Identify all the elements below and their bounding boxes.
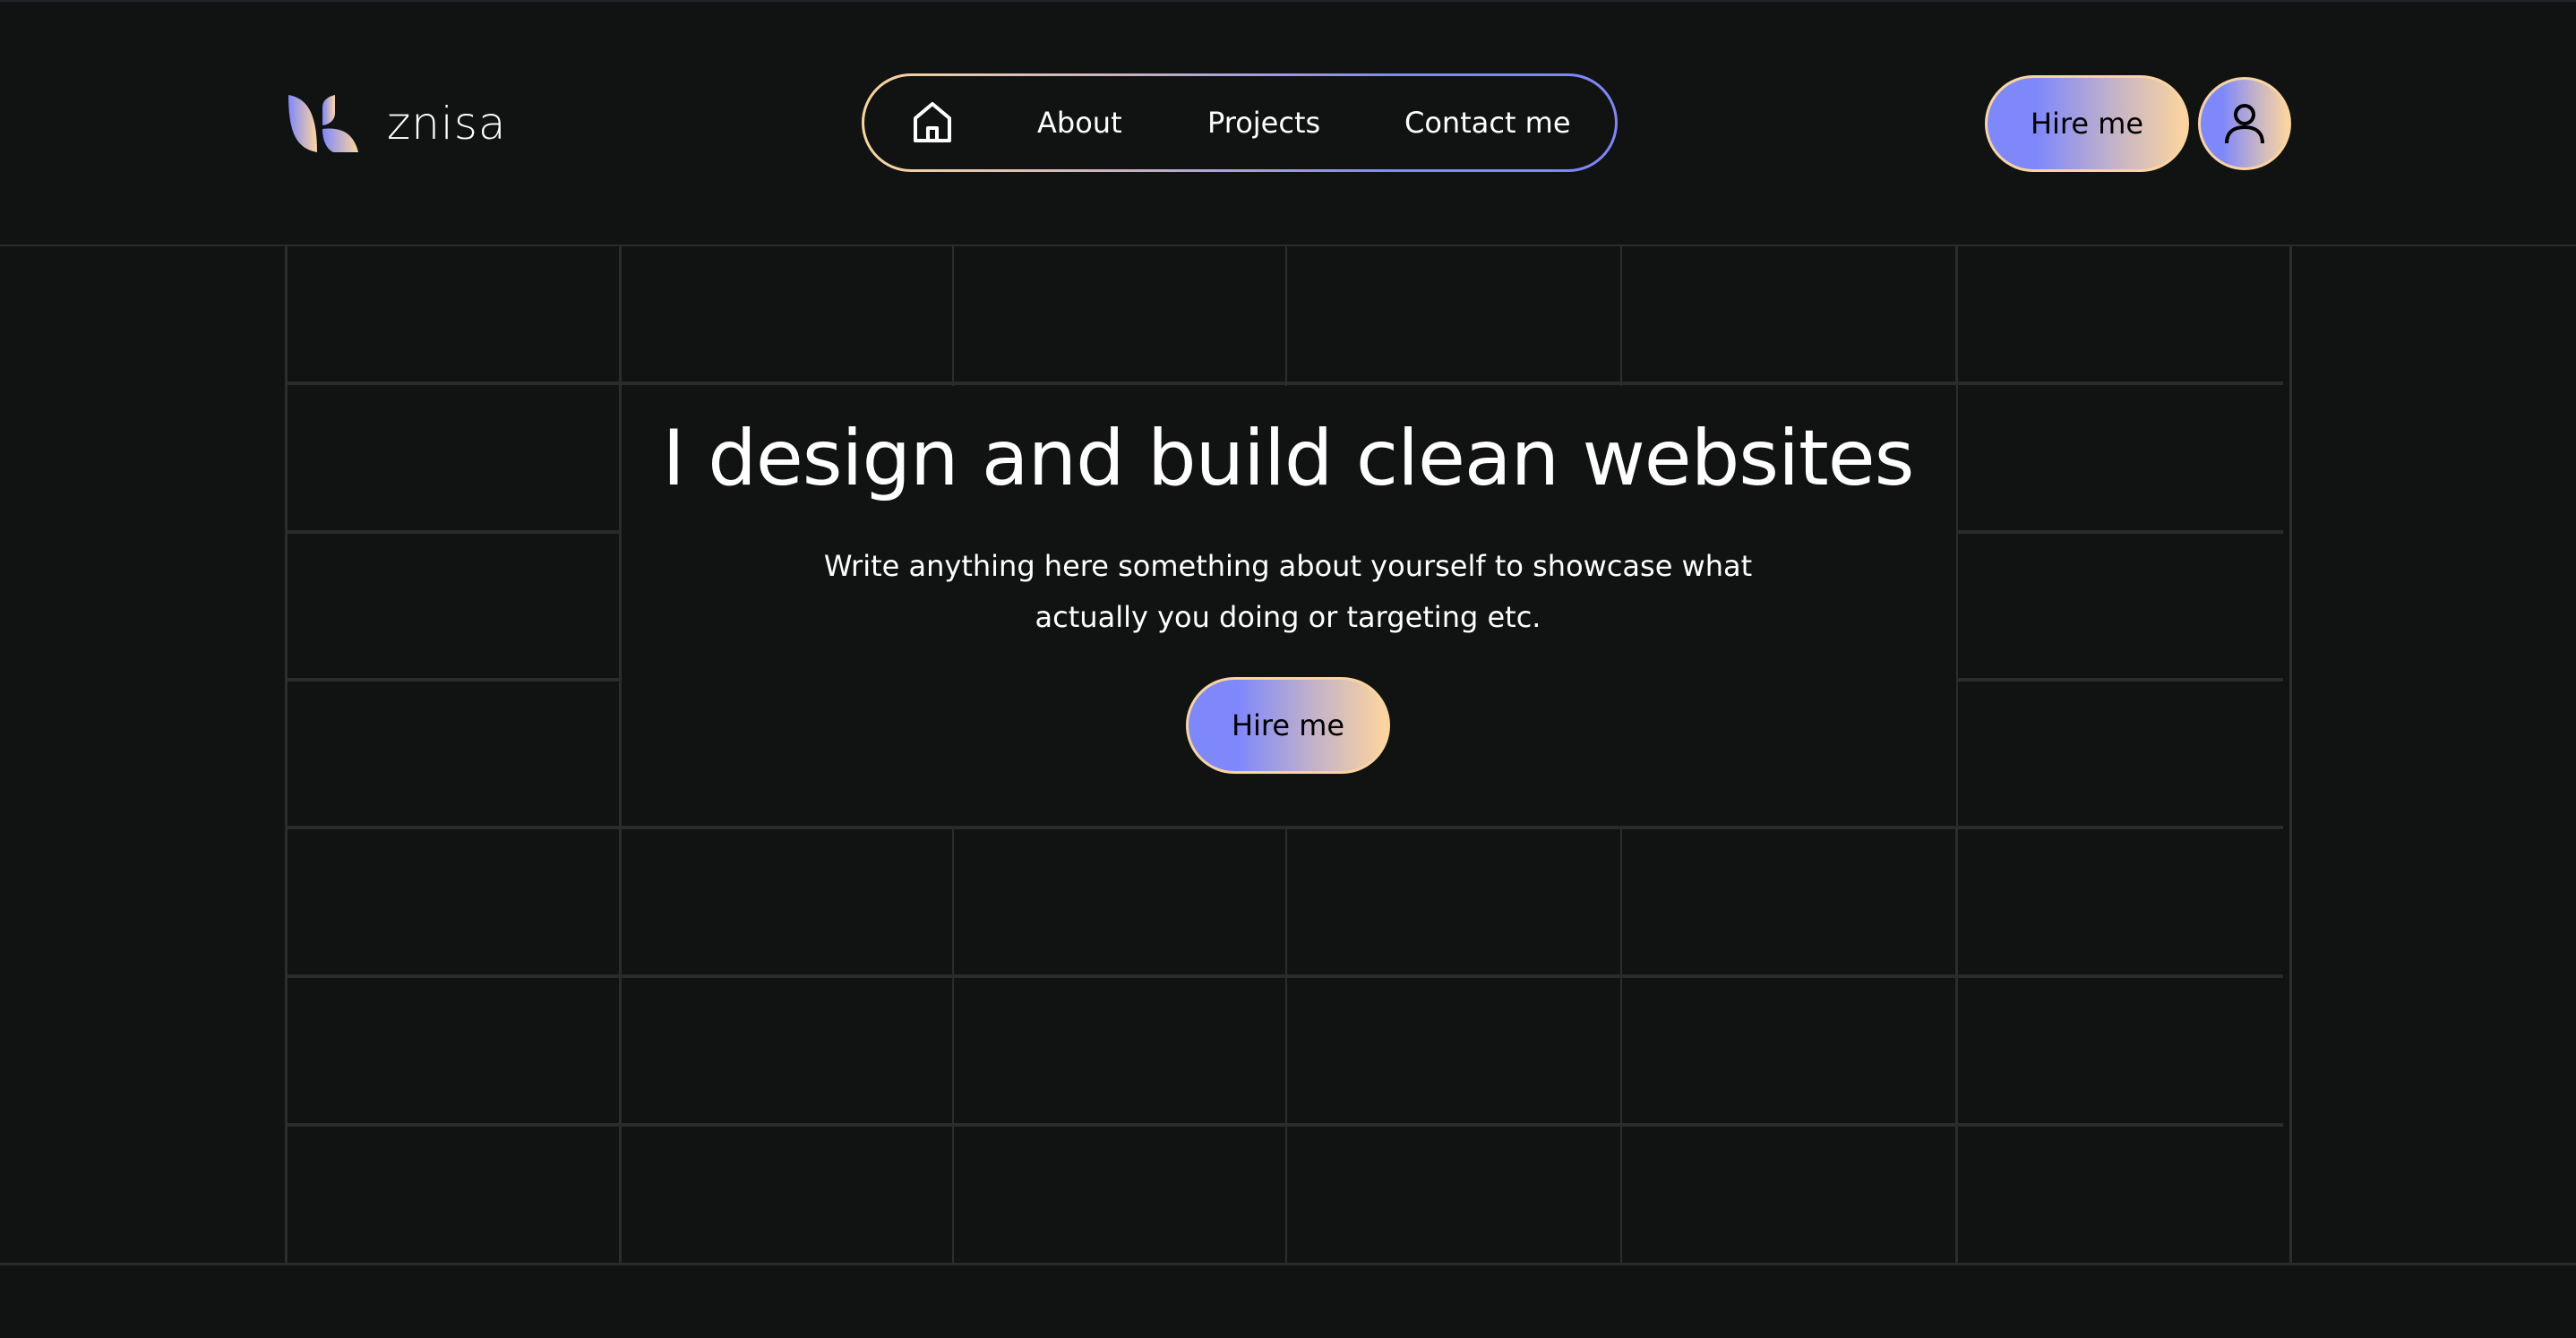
home-icon[interactable] xyxy=(911,101,954,144)
grid-line xyxy=(285,1123,2283,1127)
brand-name: znisa xyxy=(387,98,507,150)
grid-line xyxy=(285,678,620,682)
grid-line xyxy=(285,826,2283,829)
site-header: znisa About Projects Contact me Hire me xyxy=(0,0,2576,246)
user-icon xyxy=(2225,104,2264,144)
main-nav: About Projects Contact me xyxy=(862,73,1618,172)
nav-contact[interactable]: Contact me xyxy=(1404,76,1571,169)
grid-line xyxy=(285,530,620,534)
grid-bottom-line xyxy=(0,1263,2576,1265)
grid-line xyxy=(1957,530,2283,534)
hero-title: I design and build clean websites xyxy=(662,414,1915,503)
grid-line xyxy=(2289,246,2292,1264)
leaf-k-logo-icon xyxy=(288,95,358,152)
grid-line xyxy=(285,246,288,1264)
hero-hire-me-button[interactable]: Hire me xyxy=(1186,677,1390,774)
grid-line xyxy=(285,382,2283,385)
hero-subtitle: Write anything here something about your… xyxy=(823,549,1753,634)
profile-button[interactable] xyxy=(2198,77,2291,170)
brand-logo[interactable]: znisa xyxy=(288,95,507,152)
nav-about[interactable]: About xyxy=(1037,76,1122,169)
grid-line xyxy=(1957,678,2283,682)
hero-hire-me-label: Hire me xyxy=(1231,708,1345,742)
hire-me-button[interactable]: Hire me xyxy=(1985,75,2189,172)
nav-projects[interactable]: Projects xyxy=(1207,76,1320,169)
grid-line xyxy=(285,974,2283,978)
hire-me-label: Hire me xyxy=(2030,107,2144,141)
